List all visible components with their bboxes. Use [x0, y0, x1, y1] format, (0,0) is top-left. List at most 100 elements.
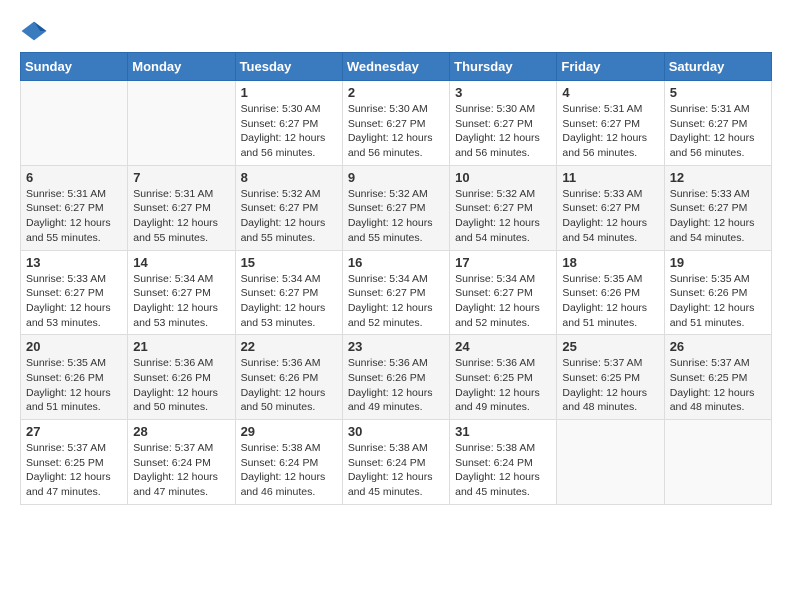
calendar-cell: 12 Sunrise: 5:33 AM Sunset: 6:27 PM Dayli… — [664, 165, 771, 250]
day-number: 15 — [241, 255, 337, 270]
calendar-cell: 31 Sunrise: 5:38 AM Sunset: 6:24 PM Dayli… — [450, 420, 557, 505]
day-info: Sunrise: 5:38 AM Sunset: 6:24 PM Dayligh… — [348, 441, 444, 500]
day-info: Sunrise: 5:30 AM Sunset: 6:27 PM Dayligh… — [348, 102, 444, 161]
calendar-cell: 20Sunrise: 5:35 AM Sunset: 6:26 PM Dayli… — [21, 335, 128, 420]
day-number: 30 — [348, 424, 444, 439]
calendar-cell — [664, 420, 771, 505]
calendar-cell: 9 Sunrise: 5:32 AM Sunset: 6:27 PM Daylig… — [342, 165, 449, 250]
day-number: 10 — [455, 170, 551, 185]
day-info: Sunrise: 5:32 AM Sunset: 6:27 PM Dayligh… — [348, 187, 444, 246]
day-number: 2 — [348, 85, 444, 100]
day-info: Sunrise: 5:33 AM Sunset: 6:27 PM Dayligh… — [26, 272, 122, 331]
day-number: 20 — [26, 339, 122, 354]
calendar-cell: 3 Sunrise: 5:30 AM Sunset: 6:27 PM Daylig… — [450, 81, 557, 166]
day-number: 23 — [348, 339, 444, 354]
day-number: 11 — [562, 170, 658, 185]
calendar-cell: 21 Sunrise: 5:36 AM Sunset: 6:26 PM Dayli… — [128, 335, 235, 420]
calendar-cell: 8 Sunrise: 5:32 AM Sunset: 6:27 PM Daylig… — [235, 165, 342, 250]
day-number: 1 — [241, 85, 337, 100]
day-number: 24 — [455, 339, 551, 354]
weekday-header: Saturday — [664, 53, 771, 81]
calendar-week-row: 27 Sunrise: 5:37 AM Sunset: 6:25 PM Dayli… — [21, 420, 772, 505]
calendar-cell — [557, 420, 664, 505]
day-number: 9 — [348, 170, 444, 185]
calendar-cell: 28Sunrise: 5:37 AM Sunset: 6:24 PM Dayli… — [128, 420, 235, 505]
day-number: 13 — [26, 255, 122, 270]
day-info: Sunrise: 5:37 AM Sunset: 6:25 PM Dayligh… — [670, 356, 766, 415]
calendar-cell: 23 Sunrise: 5:36 AM Sunset: 6:26 PM Dayli… — [342, 335, 449, 420]
calendar-week-row: 6 Sunrise: 5:31 AM Sunset: 6:27 PM Daylig… — [21, 165, 772, 250]
calendar-cell: 24 Sunrise: 5:36 AM Sunset: 6:25 PM Dayli… — [450, 335, 557, 420]
calendar-cell: 7 Sunrise: 5:31 AM Sunset: 6:27 PM Daylig… — [128, 165, 235, 250]
day-number: 25 — [562, 339, 658, 354]
day-info: Sunrise: 5:34 AM Sunset: 6:27 PM Dayligh… — [133, 272, 229, 331]
day-info: Sunrise: 5:34 AM Sunset: 6:27 PM Dayligh… — [455, 272, 551, 331]
day-number: 29 — [241, 424, 337, 439]
day-number: 19 — [670, 255, 766, 270]
weekday-header: Sunday — [21, 53, 128, 81]
calendar-week-row: 1 Sunrise: 5:30 AM Sunset: 6:27 PM Daylig… — [21, 81, 772, 166]
calendar-cell: 1 Sunrise: 5:30 AM Sunset: 6:27 PM Daylig… — [235, 81, 342, 166]
calendar-cell: 29 Sunrise: 5:38 AM Sunset: 6:24 PM Dayli… — [235, 420, 342, 505]
day-number: 5 — [670, 85, 766, 100]
day-number: 7 — [133, 170, 229, 185]
day-info: Sunrise: 5:37 AM Sunset: 6:25 PM Dayligh… — [26, 441, 122, 500]
day-number: 31 — [455, 424, 551, 439]
calendar-cell: 19Sunrise: 5:35 AM Sunset: 6:26 PM Dayli… — [664, 250, 771, 335]
calendar-header-row: SundayMondayTuesdayWednesdayThursdayFrid… — [21, 53, 772, 81]
page-header — [20, 20, 772, 42]
calendar-cell: 26 Sunrise: 5:37 AM Sunset: 6:25 PM Dayli… — [664, 335, 771, 420]
day-info: Sunrise: 5:35 AM Sunset: 6:26 PM Dayligh… — [562, 272, 658, 331]
day-info: Sunrise: 5:31 AM Sunset: 6:27 PM Dayligh… — [26, 187, 122, 246]
day-number: 27 — [26, 424, 122, 439]
calendar-cell: 22Sunrise: 5:36 AM Sunset: 6:26 PM Dayli… — [235, 335, 342, 420]
calendar-cell: 18 Sunrise: 5:35 AM Sunset: 6:26 PM Dayli… — [557, 250, 664, 335]
day-number: 26 — [670, 339, 766, 354]
calendar-week-row: 20Sunrise: 5:35 AM Sunset: 6:26 PM Dayli… — [21, 335, 772, 420]
day-number: 6 — [26, 170, 122, 185]
day-info: Sunrise: 5:38 AM Sunset: 6:24 PM Dayligh… — [241, 441, 337, 500]
calendar-cell: 13 Sunrise: 5:33 AM Sunset: 6:27 PM Dayli… — [21, 250, 128, 335]
weekday-header: Thursday — [450, 53, 557, 81]
day-number: 18 — [562, 255, 658, 270]
day-number: 21 — [133, 339, 229, 354]
day-info: Sunrise: 5:30 AM Sunset: 6:27 PM Dayligh… — [455, 102, 551, 161]
day-info: Sunrise: 5:34 AM Sunset: 6:27 PM Dayligh… — [241, 272, 337, 331]
day-info: Sunrise: 5:36 AM Sunset: 6:26 PM Dayligh… — [133, 356, 229, 415]
day-info: Sunrise: 5:32 AM Sunset: 6:27 PM Dayligh… — [241, 187, 337, 246]
day-info: Sunrise: 5:30 AM Sunset: 6:27 PM Dayligh… — [241, 102, 337, 161]
day-number: 8 — [241, 170, 337, 185]
calendar-cell — [128, 81, 235, 166]
weekday-header: Monday — [128, 53, 235, 81]
day-info: Sunrise: 5:33 AM Sunset: 6:27 PM Dayligh… — [670, 187, 766, 246]
calendar-cell: 10Sunrise: 5:32 AM Sunset: 6:27 PM Dayli… — [450, 165, 557, 250]
weekday-header: Friday — [557, 53, 664, 81]
day-number: 17 — [455, 255, 551, 270]
logo — [20, 20, 52, 42]
calendar-cell: 25Sunrise: 5:37 AM Sunset: 6:25 PM Dayli… — [557, 335, 664, 420]
day-info: Sunrise: 5:31 AM Sunset: 6:27 PM Dayligh… — [562, 102, 658, 161]
day-info: Sunrise: 5:31 AM Sunset: 6:27 PM Dayligh… — [670, 102, 766, 161]
calendar-cell — [21, 81, 128, 166]
weekday-header: Wednesday — [342, 53, 449, 81]
day-number: 3 — [455, 85, 551, 100]
calendar-cell: 4 Sunrise: 5:31 AM Sunset: 6:27 PM Daylig… — [557, 81, 664, 166]
day-info: Sunrise: 5:36 AM Sunset: 6:25 PM Dayligh… — [455, 356, 551, 415]
generalblue-icon — [20, 20, 48, 42]
calendar-week-row: 13 Sunrise: 5:33 AM Sunset: 6:27 PM Dayli… — [21, 250, 772, 335]
day-number: 12 — [670, 170, 766, 185]
calendar-cell: 6 Sunrise: 5:31 AM Sunset: 6:27 PM Daylig… — [21, 165, 128, 250]
calendar-cell: 11Sunrise: 5:33 AM Sunset: 6:27 PM Dayli… — [557, 165, 664, 250]
day-number: 16 — [348, 255, 444, 270]
calendar-cell: 27 Sunrise: 5:37 AM Sunset: 6:25 PM Dayli… — [21, 420, 128, 505]
calendar-cell: 2 Sunrise: 5:30 AM Sunset: 6:27 PM Daylig… — [342, 81, 449, 166]
calendar-cell: 14Sunrise: 5:34 AM Sunset: 6:27 PM Dayli… — [128, 250, 235, 335]
day-number: 4 — [562, 85, 658, 100]
weekday-header: Tuesday — [235, 53, 342, 81]
calendar-cell: 15 Sunrise: 5:34 AM Sunset: 6:27 PM Dayli… — [235, 250, 342, 335]
calendar-cell: 5 Sunrise: 5:31 AM Sunset: 6:27 PM Daylig… — [664, 81, 771, 166]
day-info: Sunrise: 5:38 AM Sunset: 6:24 PM Dayligh… — [455, 441, 551, 500]
day-number: 22 — [241, 339, 337, 354]
day-info: Sunrise: 5:36 AM Sunset: 6:26 PM Dayligh… — [348, 356, 444, 415]
day-info: Sunrise: 5:31 AM Sunset: 6:27 PM Dayligh… — [133, 187, 229, 246]
